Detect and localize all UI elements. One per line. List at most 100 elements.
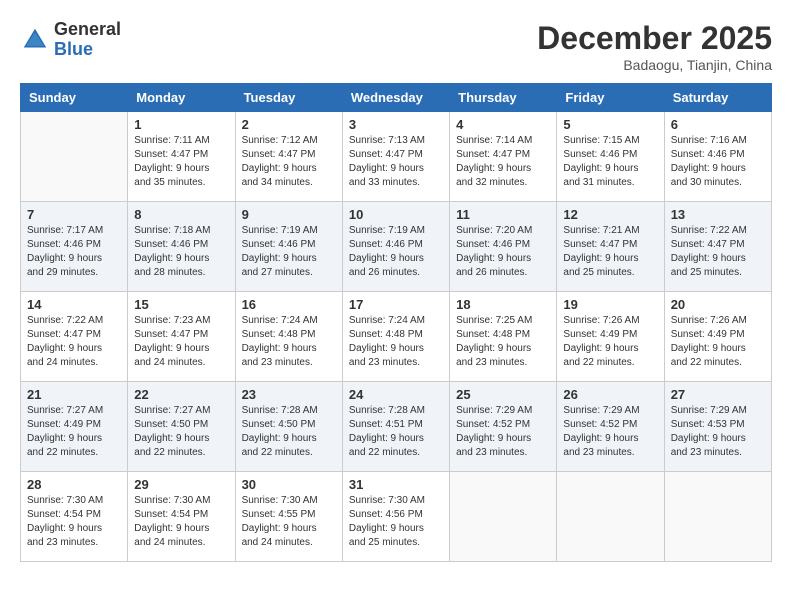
- day-cell: 27 Sunrise: 7:29 AMSunset: 4:53 PMDayligh…: [664, 382, 771, 472]
- day-cell: 22 Sunrise: 7:27 AMSunset: 4:50 PMDayligh…: [128, 382, 235, 472]
- day-info: Sunrise: 7:20 AMSunset: 4:46 PMDaylight:…: [456, 224, 550, 280]
- day-info: Sunrise: 7:21 AMSunset: 4:47 PMDaylight:…: [563, 224, 657, 280]
- day-cell: 18Sunrise: 7:25 AMSunset: 4:48 PMDayligh…: [450, 292, 557, 382]
- day-cell: [664, 472, 771, 562]
- day-number: 24: [349, 387, 443, 402]
- week-row-1: 1Sunrise: 7:11 AMSunset: 4:47 PMDaylight…: [21, 112, 772, 202]
- day-number: 12: [563, 207, 657, 222]
- day-info: Sunrise: 7:24 AMSunset: 4:48 PMDaylight:…: [242, 314, 336, 370]
- page-header: General Blue December 2025 Badaogu, Tian…: [20, 20, 772, 73]
- day-cell: 3Sunrise: 7:13 AMSunset: 4:47 PMDaylight…: [342, 112, 449, 202]
- day-cell: 11 Sunrise: 7:20 AMSunset: 4:46 PMDayligh…: [450, 202, 557, 292]
- day-number: 5: [563, 117, 657, 132]
- week-row-4: 21 Sunrise: 7:27 AMSunset: 4:49 PMDayligh…: [21, 382, 772, 472]
- logo-text: General Blue: [54, 20, 121, 60]
- day-number: 8: [134, 207, 228, 222]
- day-number: 31: [349, 477, 443, 492]
- day-cell: 4 Sunrise: 7:14 AMSunset: 4:47 PMDaylight…: [450, 112, 557, 202]
- day-cell: 5 Sunrise: 7:15 AMSunset: 4:46 PMDaylight…: [557, 112, 664, 202]
- weekday-header-sunday: Sunday: [21, 84, 128, 112]
- day-cell: 7 Sunrise: 7:17 AMSunset: 4:46 PMDaylight…: [21, 202, 128, 292]
- day-info: Sunrise: 7:12 AMSunset: 4:47 PMDaylight:…: [242, 134, 336, 190]
- day-info: Sunrise: 7:27 AMSunset: 4:50 PMDaylight:…: [134, 404, 228, 460]
- day-number: 28: [27, 477, 121, 492]
- day-cell: 6 Sunrise: 7:16 AMSunset: 4:46 PMDaylight…: [664, 112, 771, 202]
- day-info: Sunrise: 7:24 AMSunset: 4:48 PMDaylight:…: [349, 314, 443, 370]
- day-cell: 31 Sunrise: 7:30 AMSunset: 4:56 PMDayligh…: [342, 472, 449, 562]
- day-info: Sunrise: 7:28 AMSunset: 4:50 PMDaylight:…: [242, 404, 336, 460]
- day-cell: 21 Sunrise: 7:27 AMSunset: 4:49 PMDayligh…: [21, 382, 128, 472]
- day-cell: 23 Sunrise: 7:28 AMSunset: 4:50 PMDayligh…: [235, 382, 342, 472]
- day-number: 7: [27, 207, 121, 222]
- logo-general: General: [54, 20, 121, 40]
- day-info: Sunrise: 7:22 AMSunset: 4:47 PMDaylight:…: [27, 314, 121, 370]
- day-number: 4: [456, 117, 550, 132]
- day-info: Sunrise: 7:26 AMSunset: 4:49 PMDaylight:…: [563, 314, 657, 370]
- day-info: Sunrise: 7:28 AMSunset: 4:51 PMDaylight:…: [349, 404, 443, 460]
- day-number: 17: [349, 297, 443, 312]
- weekday-header-saturday: Saturday: [664, 84, 771, 112]
- day-info: Sunrise: 7:16 AMSunset: 4:46 PMDaylight:…: [671, 134, 765, 190]
- day-number: 15: [134, 297, 228, 312]
- day-number: 22: [134, 387, 228, 402]
- day-number: 9: [242, 207, 336, 222]
- day-cell: 25 Sunrise: 7:29 AMSunset: 4:52 PMDayligh…: [450, 382, 557, 472]
- day-info: Sunrise: 7:29 AMSunset: 4:53 PMDaylight:…: [671, 404, 765, 460]
- day-cell: 17 Sunrise: 7:24 AMSunset: 4:48 PMDayligh…: [342, 292, 449, 382]
- day-cell: 8 Sunrise: 7:18 AMSunset: 4:46 PMDaylight…: [128, 202, 235, 292]
- logo-blue: Blue: [54, 40, 121, 60]
- day-number: 26: [563, 387, 657, 402]
- day-cell: 13 Sunrise: 7:22 AMSunset: 4:47 PMDayligh…: [664, 202, 771, 292]
- day-cell: 1Sunrise: 7:11 AMSunset: 4:47 PMDaylight…: [128, 112, 235, 202]
- day-number: 13: [671, 207, 765, 222]
- day-cell: 2 Sunrise: 7:12 AMSunset: 4:47 PMDaylight…: [235, 112, 342, 202]
- weekday-header-row: SundayMondayTuesdayWednesdayThursdayFrid…: [21, 84, 772, 112]
- day-cell: 12 Sunrise: 7:21 AMSunset: 4:47 PMDayligh…: [557, 202, 664, 292]
- location: Badaogu, Tianjin, China: [537, 57, 772, 73]
- day-cell: 26 Sunrise: 7:29 AMSunset: 4:52 PMDayligh…: [557, 382, 664, 472]
- day-info: Sunrise: 7:14 AMSunset: 4:47 PMDaylight:…: [456, 134, 550, 190]
- day-number: 20: [671, 297, 765, 312]
- day-info: Sunrise: 7:26 AMSunset: 4:49 PMDaylight:…: [671, 314, 765, 370]
- day-number: 3: [349, 117, 443, 132]
- weekday-header-friday: Friday: [557, 84, 664, 112]
- day-number: 23: [242, 387, 336, 402]
- day-number: 6: [671, 117, 765, 132]
- day-info: Sunrise: 7:30 AMSunset: 4:54 PMDaylight:…: [134, 494, 228, 550]
- day-number: 21: [27, 387, 121, 402]
- day-cell: 14Sunrise: 7:22 AMSunset: 4:47 PMDayligh…: [21, 292, 128, 382]
- calendar: SundayMondayTuesdayWednesdayThursdayFrid…: [20, 83, 772, 562]
- day-info: Sunrise: 7:19 AMSunset: 4:46 PMDaylight:…: [242, 224, 336, 280]
- day-number: 11: [456, 207, 550, 222]
- day-info: Sunrise: 7:29 AMSunset: 4:52 PMDaylight:…: [563, 404, 657, 460]
- week-row-3: 14Sunrise: 7:22 AMSunset: 4:47 PMDayligh…: [21, 292, 772, 382]
- month-title: December 2025: [537, 20, 772, 57]
- day-info: Sunrise: 7:30 AMSunset: 4:56 PMDaylight:…: [349, 494, 443, 550]
- day-cell: 24 Sunrise: 7:28 AMSunset: 4:51 PMDayligh…: [342, 382, 449, 472]
- day-number: 25: [456, 387, 550, 402]
- day-info: Sunrise: 7:23 AMSunset: 4:47 PMDaylight:…: [134, 314, 228, 370]
- week-row-2: 7 Sunrise: 7:17 AMSunset: 4:46 PMDaylight…: [21, 202, 772, 292]
- day-number: 27: [671, 387, 765, 402]
- weekday-header-tuesday: Tuesday: [235, 84, 342, 112]
- day-number: 2: [242, 117, 336, 132]
- day-cell: 10Sunrise: 7:19 AMSunset: 4:46 PMDayligh…: [342, 202, 449, 292]
- day-cell: 16Sunrise: 7:24 AMSunset: 4:48 PMDayligh…: [235, 292, 342, 382]
- logo: General Blue: [20, 20, 121, 60]
- day-number: 29: [134, 477, 228, 492]
- day-info: Sunrise: 7:15 AMSunset: 4:46 PMDaylight:…: [563, 134, 657, 190]
- day-cell: 29 Sunrise: 7:30 AMSunset: 4:54 PMDayligh…: [128, 472, 235, 562]
- day-cell: [450, 472, 557, 562]
- day-cell: 15 Sunrise: 7:23 AMSunset: 4:47 PMDayligh…: [128, 292, 235, 382]
- day-info: Sunrise: 7:18 AMSunset: 4:46 PMDaylight:…: [134, 224, 228, 280]
- day-cell: 19 Sunrise: 7:26 AMSunset: 4:49 PMDayligh…: [557, 292, 664, 382]
- day-info: Sunrise: 7:29 AMSunset: 4:52 PMDaylight:…: [456, 404, 550, 460]
- day-info: Sunrise: 7:30 AMSunset: 4:55 PMDaylight:…: [242, 494, 336, 550]
- day-cell: [557, 472, 664, 562]
- day-cell: [21, 112, 128, 202]
- weekday-header-wednesday: Wednesday: [342, 84, 449, 112]
- day-info: Sunrise: 7:17 AMSunset: 4:46 PMDaylight:…: [27, 224, 121, 280]
- day-info: Sunrise: 7:22 AMSunset: 4:47 PMDaylight:…: [671, 224, 765, 280]
- day-number: 19: [563, 297, 657, 312]
- day-info: Sunrise: 7:27 AMSunset: 4:49 PMDaylight:…: [27, 404, 121, 460]
